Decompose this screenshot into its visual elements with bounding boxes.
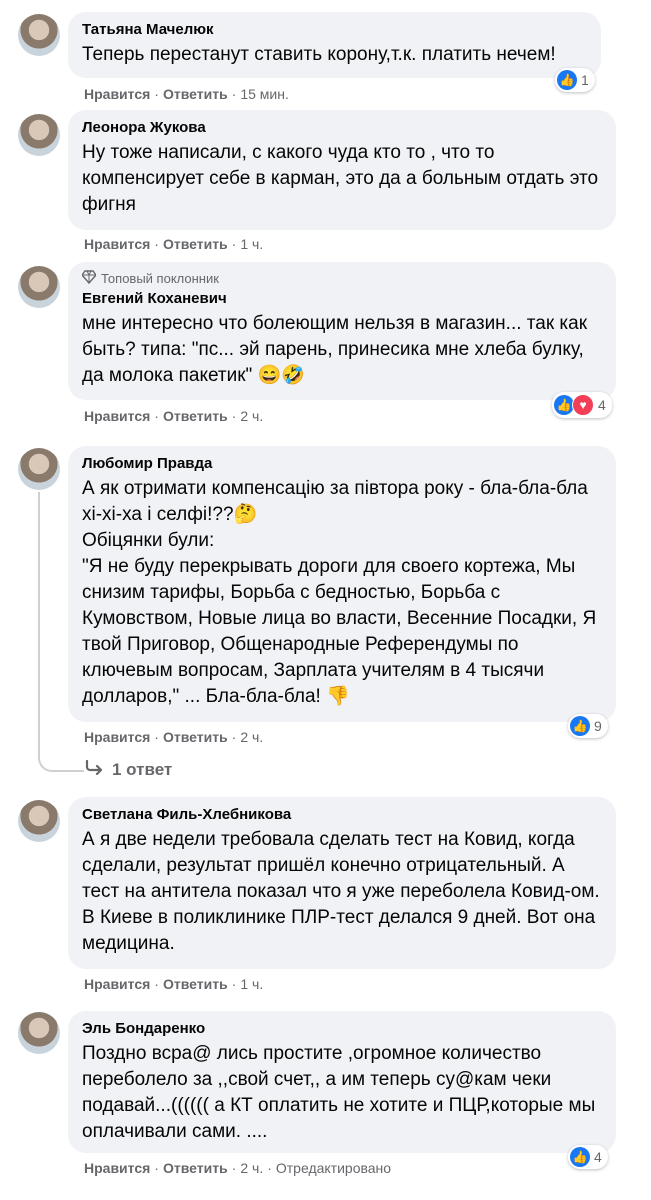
like-button[interactable]: Нравится	[84, 236, 150, 252]
comment-time[interactable]: 1 ч.	[240, 976, 263, 992]
reply-arrow-icon	[84, 759, 104, 780]
like-button[interactable]: Нравится	[84, 729, 150, 745]
comment-author[interactable]: Леонора Жукова	[82, 118, 602, 138]
comment-bubble: Татьяна Мачелюк Теперь перестанут ставит…	[68, 12, 601, 78]
like-button[interactable]: Нравится	[84, 976, 150, 992]
thread-connector	[38, 750, 84, 772]
comment-text: Ну тоже написали, с какого чуда кто то ,…	[82, 142, 604, 215]
comment-author[interactable]: Евгений Коханевич	[82, 289, 602, 309]
top-fan-badge: Топовый поклонник	[81, 270, 602, 287]
comment-author[interactable]: Татьяна Мачелюк	[82, 20, 587, 40]
reaction-count: 9	[594, 718, 602, 734]
reply-button[interactable]: Ответить	[163, 976, 228, 992]
comment-actions: Нравится · Ответить · 2 ч. · Отредактирован…	[84, 1160, 392, 1176]
comment-text: А я две недели требовала сделать тест на…	[82, 829, 605, 954]
reactions-summary[interactable]: 👍 9	[568, 714, 608, 738]
badge-label: Топовый поклонник	[101, 271, 219, 286]
avatar[interactable]	[18, 800, 60, 842]
like-button[interactable]: Нравится	[84, 86, 150, 102]
comment-actions: Нравится · Ответить · 1 ч.	[84, 236, 264, 252]
reply-button[interactable]: Ответить	[163, 236, 228, 252]
avatar[interactable]	[18, 266, 60, 308]
like-icon: 👍	[557, 70, 577, 90]
view-replies-button[interactable]: 1 ответ	[84, 759, 172, 780]
reactions-summary[interactable]: 👍 ♥ 4	[552, 392, 612, 418]
avatar[interactable]	[18, 1012, 60, 1054]
love-icon: ♥	[572, 394, 594, 416]
comment-bubble: Любомир Правда А як отримати компенсацію…	[68, 446, 616, 722]
diamond-icon	[81, 270, 97, 287]
like-icon: 👍	[570, 1147, 590, 1167]
reaction-count: 4	[598, 397, 606, 413]
comment-time[interactable]: 2 ч.	[240, 1160, 263, 1176]
comment-time[interactable]: 15 мин.	[240, 86, 289, 102]
comment-time[interactable]: 2 ч.	[240, 408, 263, 424]
comment-author[interactable]: Эль Бондаренко	[82, 1019, 602, 1039]
like-button[interactable]: Нравится	[84, 408, 150, 424]
comment-time[interactable]: 2 ч.	[240, 729, 263, 745]
comment-bubble: Топовый поклонник Евгений Коханевич мне …	[68, 262, 616, 400]
comment-bubble: Леонора Жукова Ну тоже написали, с каког…	[68, 110, 616, 230]
reply-button[interactable]: Ответить	[163, 729, 228, 745]
reply-button[interactable]: Ответить	[163, 1160, 228, 1176]
comment-text: Теперь перестанут ставить корону,т.к. пл…	[82, 44, 556, 65]
reaction-count: 4	[594, 1149, 602, 1165]
reactions-summary[interactable]: 👍 1	[555, 68, 595, 92]
comment-actions: Нравится · Ответить · 2 ч.	[84, 729, 264, 745]
comment-actions: Нравится · Ответить · 15 мин.	[84, 86, 289, 102]
comment-text: Поздно всра@ лись простите ,огромное кол…	[82, 1043, 601, 1142]
comment-bubble: Светлана Филь-Хлебникова А я две недели …	[68, 797, 616, 969]
like-icon: 👍	[570, 716, 590, 736]
comment-text: мне интересно что болеющим нельзя в мага…	[82, 313, 593, 386]
like-button[interactable]: Нравится	[84, 1160, 150, 1176]
thread-line	[38, 492, 40, 750]
avatar[interactable]	[18, 14, 60, 56]
reactions-summary[interactable]: 👍 4	[568, 1145, 608, 1169]
comment-author[interactable]: Любомир Правда	[82, 454, 602, 474]
replies-count[interactable]: 1 ответ	[112, 760, 172, 780]
reply-button[interactable]: Ответить	[163, 408, 228, 424]
comment-bubble: Эль Бондаренко Поздно всра@ лись простит…	[68, 1011, 616, 1153]
comment-time[interactable]: 1 ч.	[240, 236, 263, 252]
avatar[interactable]	[18, 114, 60, 156]
comment-author[interactable]: Светлана Филь-Хлебникова	[82, 805, 602, 825]
edited-label: Отредактировано	[275, 1160, 392, 1176]
reaction-count: 1	[581, 72, 589, 88]
comment-actions: Нравится · Ответить · 1 ч.	[84, 976, 264, 992]
reply-button[interactable]: Ответить	[163, 86, 228, 102]
comment-actions: Нравится · Ответить · 2 ч.	[84, 408, 264, 424]
like-icon: 👍	[554, 395, 574, 415]
avatar[interactable]	[18, 448, 60, 490]
comment-text: А як отримати компенсацію за півтора рок…	[82, 478, 597, 707]
